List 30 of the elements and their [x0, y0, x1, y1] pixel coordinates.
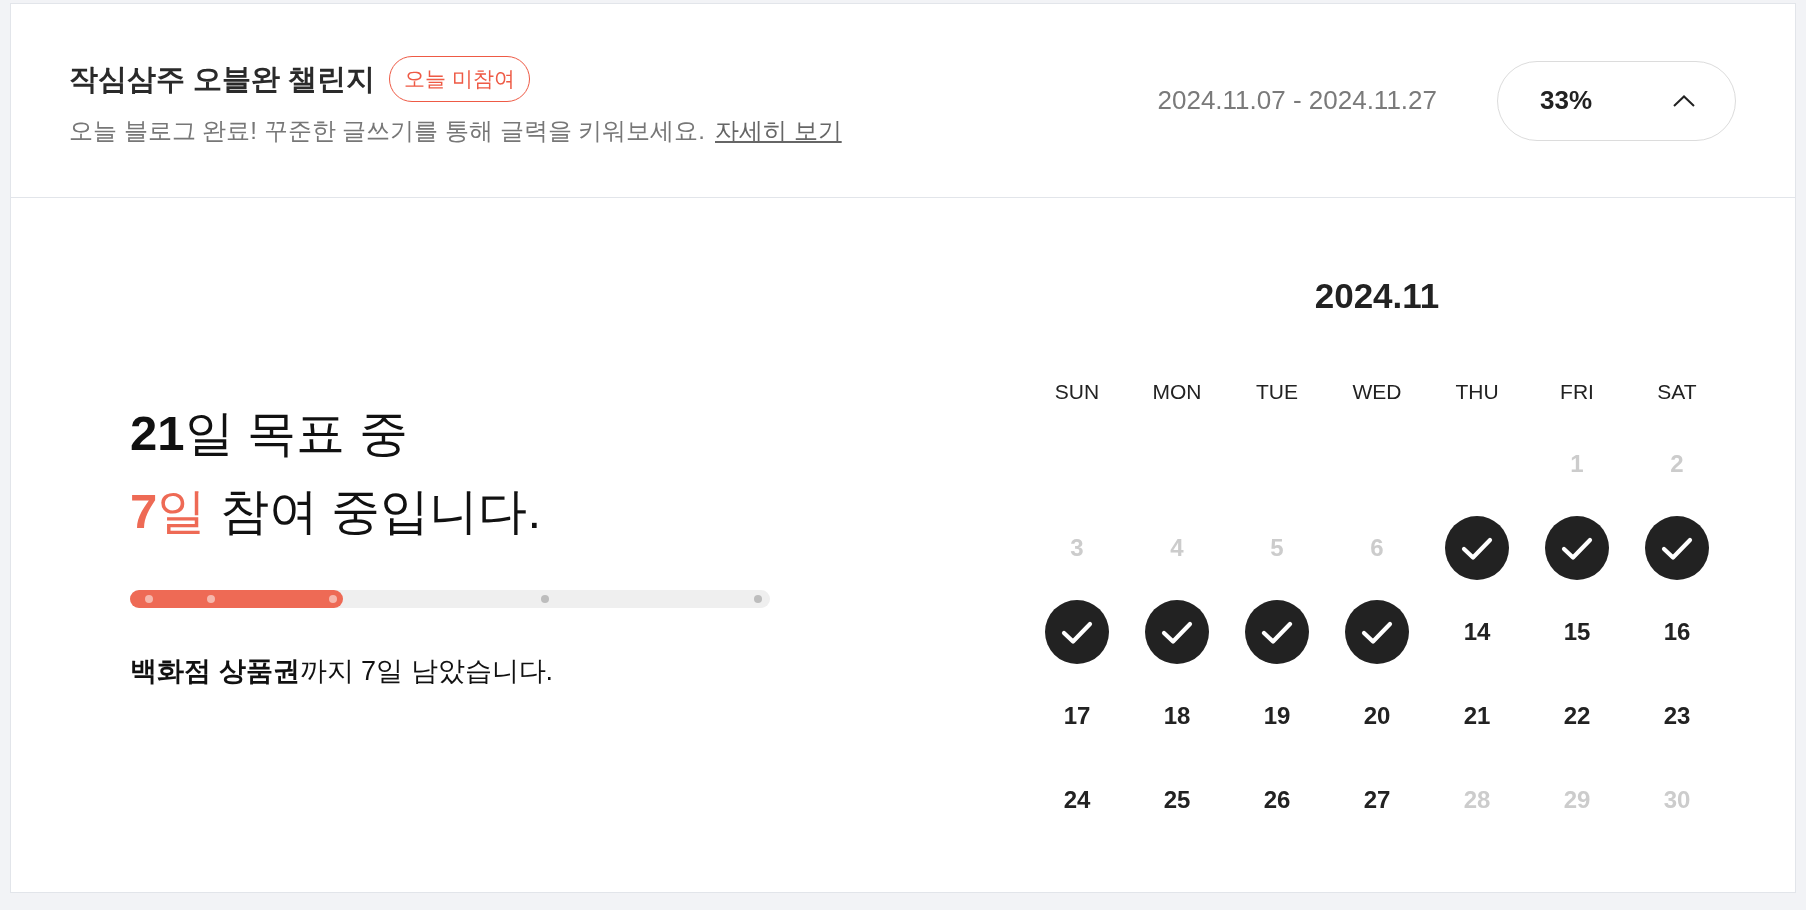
weekday-label: TUE: [1256, 380, 1298, 404]
calendar-day: 20: [1363, 702, 1391, 730]
challenge-description: 오늘 블로그 완료! 꾸준한 글쓰기를 통해 글력을 키워보세요.: [69, 115, 705, 146]
calendar-day: 15: [1563, 618, 1591, 646]
calendar-day: 25: [1163, 786, 1191, 814]
calendar-day: 24: [1063, 786, 1091, 814]
reward-note: 백화점 상품권까지 7일 남았습니다.: [130, 655, 554, 688]
calendar-day: 21: [1463, 702, 1491, 730]
weekday-label: SUN: [1054, 380, 1100, 404]
calendar-day: 22: [1563, 702, 1591, 730]
chevron-up-icon: [1673, 94, 1695, 107]
calendar-day: 14: [1463, 618, 1491, 646]
challenge-title: 작심삼주 오블완 챌린지: [69, 61, 376, 97]
calendar-day: 27: [1363, 786, 1391, 814]
calendar-month-title: 2024.11: [1313, 276, 1441, 316]
calendar-day: 17: [1063, 702, 1091, 730]
progress-toggle-button[interactable]: 33%: [1497, 60, 1736, 141]
calendar-day: 19: [1263, 702, 1291, 730]
weekday-label: FRI: [1560, 380, 1594, 404]
calendar-day: 26: [1263, 786, 1291, 814]
weekday-label: THU: [1455, 380, 1499, 404]
goal-summary-text: 21일 목표 중 7일 참여 중입니다.: [130, 405, 542, 540]
calendar-day: 16: [1663, 618, 1691, 646]
weekday-label: MON: [1152, 380, 1202, 404]
details-link[interactable]: 자세히 보기: [715, 115, 842, 146]
calendar-day: 23: [1663, 702, 1691, 730]
weekday-label: WED: [1352, 380, 1402, 404]
calendar-day: 18: [1163, 702, 1191, 730]
weekday-label: SAT: [1657, 380, 1697, 404]
period-text: 2024.11.07 - 2024.11.27: [1157, 85, 1437, 116]
